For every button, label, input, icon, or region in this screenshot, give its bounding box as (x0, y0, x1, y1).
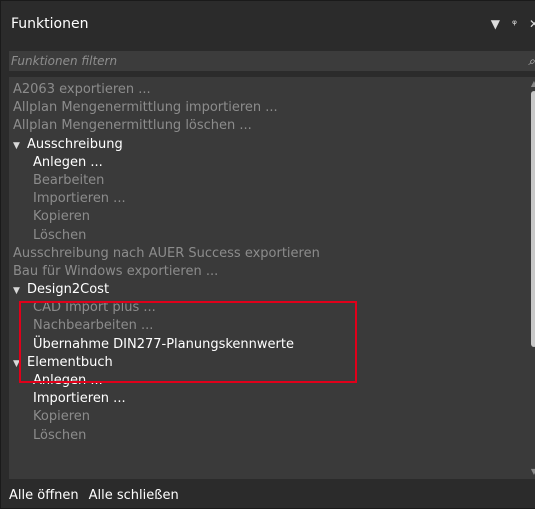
tree-item-label: Ausschreibung nach AUER Success exportie… (13, 245, 320, 261)
tree-item-label: A2063 exportieren ... (13, 82, 151, 97)
tree-item[interactable]: A2063 exportieren ... (9, 81, 535, 99)
tree-item-label: Kopieren (33, 409, 90, 425)
scroll-down-icon[interactable]: ▼ (529, 467, 535, 477)
tree-item-label: CAD Import plus ... (33, 300, 156, 316)
tree-item-label: Ausschreibung (27, 136, 123, 152)
funktionen-panel: Funktionen ▼ ᵠ ✕ ⌕ A2063 exportieren ...… (0, 0, 535, 509)
tree-item-label: Design2Cost (27, 282, 110, 298)
tree-item[interactable]: Übernahme DIN277-Planungskennwerte (9, 336, 535, 354)
tree-item[interactable]: Allplan Mengenermittlung importieren ... (9, 99, 535, 117)
tree-item-label: Allplan Mengenermittlung löschen ... (13, 118, 252, 134)
tree-group[interactable]: ▼ Elementbuch (9, 354, 535, 372)
tree-item[interactable]: Kopieren (9, 408, 535, 426)
tree-item[interactable]: Bau für Windows exportieren ... (9, 263, 535, 281)
tree-item-label: Importieren ... (33, 191, 126, 207)
dropdown-icon[interactable]: ▼ (491, 17, 500, 31)
tree-item-label: Nachbearbeiten ... (33, 318, 154, 334)
tree-item-label: Anlegen ... (33, 373, 103, 388)
tree-item-label: Allplan Mengenermittlung importieren ... (13, 100, 278, 116)
tree-item-label: Elementbuch (27, 354, 113, 370)
tree-item[interactable]: Löschen (9, 427, 535, 445)
pin-icon[interactable]: ᵠ (512, 17, 517, 31)
close-all-link[interactable]: Alle schließen (89, 488, 179, 503)
function-list[interactable]: A2063 exportieren ... Allplan Mengenermit… (9, 77, 535, 479)
tree-group[interactable]: ▼ Ausschreibung (9, 136, 535, 154)
tree-item[interactable]: Löschen (9, 227, 535, 245)
panel-title: Funktionen (11, 16, 89, 32)
tree-item-label: Übernahme DIN277-Planungskennwerte (33, 336, 294, 352)
tree-item[interactable]: Importieren ... (9, 390, 535, 408)
tree-item[interactable]: Ausschreibung nach AUER Success exportie… (9, 245, 535, 263)
panel-titlebar: Funktionen ▼ ᵠ ✕ (9, 9, 535, 39)
caret-down-icon[interactable]: ▼ (13, 282, 27, 300)
close-icon[interactable]: ✕ (529, 17, 535, 31)
tree-item-label: Löschen (33, 227, 87, 243)
tree-item-label: Kopieren (33, 209, 90, 225)
tree-item[interactable]: Anlegen ... (9, 154, 535, 172)
tree-item[interactable]: Anlegen ... (9, 372, 535, 390)
filter-input[interactable] (9, 51, 529, 71)
tree-item-label: Bearbeiten (33, 172, 105, 188)
open-all-link[interactable]: Alle öffnen (9, 488, 79, 503)
tree-item-label: Importieren ... (33, 391, 126, 407)
tree-item-label: Löschen (33, 427, 87, 443)
vertical-scrollbar[interactable]: ▲ ▼ (529, 77, 535, 479)
tree-item-label: Bau für Windows exportieren ... (13, 263, 219, 279)
scroll-up-icon[interactable]: ▲ (529, 79, 535, 89)
function-tree: A2063 exportieren ... Allplan Mengenermit… (9, 77, 535, 445)
tree-item[interactable]: Bearbeiten (9, 172, 535, 190)
search-icon[interactable]: ⌕ (528, 54, 535, 69)
tree-item[interactable]: Allplan Mengenermittlung löschen ... (9, 117, 535, 135)
tree-item[interactable]: Kopieren (9, 208, 535, 226)
caret-down-icon[interactable]: ▼ (13, 355, 27, 373)
tree-item-label: Anlegen ... (33, 154, 103, 170)
tree-item[interactable]: Importieren ... (9, 190, 535, 208)
caret-down-icon[interactable]: ▼ (13, 137, 27, 155)
panel-footer: Alle öffnen Alle schließen (9, 485, 535, 505)
tree-item[interactable]: CAD Import plus ... (9, 299, 535, 317)
tree-item[interactable]: Nachbearbeiten ... (9, 317, 535, 335)
filter-bar: ⌕ (9, 51, 535, 71)
tree-group[interactable]: ▼ Design2Cost (9, 281, 535, 299)
scroll-thumb[interactable] (531, 91, 535, 347)
